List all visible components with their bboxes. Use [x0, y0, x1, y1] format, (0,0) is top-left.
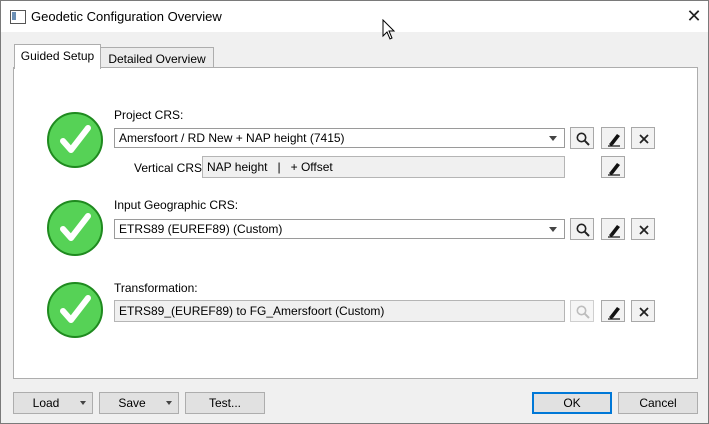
transformation-label: Transformation:: [114, 281, 198, 295]
project-crs-status-check-icon: [47, 112, 103, 168]
load-button-label: Load: [32, 396, 60, 410]
pen-icon: [608, 163, 620, 176]
pen-icon: [608, 225, 620, 238]
input-crs-select[interactable]: ETRS89 (EUREF89) (Custom): [114, 219, 565, 239]
transformation-status-check-icon: [47, 282, 103, 338]
vertical-crs-label: Vertical CRS:: [134, 161, 206, 175]
chevron-down-icon: [80, 401, 86, 405]
close-icon: [639, 307, 649, 317]
project-crs-clear-button[interactable]: [631, 127, 655, 149]
window-title: Geodetic Configuration Overview: [31, 9, 222, 24]
cancel-button[interactable]: Cancel: [618, 392, 698, 414]
search-icon: [576, 132, 590, 146]
transformation-search-button: [570, 300, 594, 322]
save-button-label: Save: [118, 396, 146, 410]
tab-guided-setup[interactable]: Guided Setup: [14, 44, 101, 69]
input-crs-value: ETRS89 (EUREF89) (Custom): [119, 222, 283, 236]
input-crs-edit-button[interactable]: [601, 218, 625, 240]
transformation-edit-button[interactable]: [601, 300, 625, 322]
save-button[interactable]: Save: [99, 392, 179, 414]
project-crs-select[interactable]: Amersfoort / RD New + NAP height (7415): [114, 128, 565, 148]
input-crs-clear-button[interactable]: [631, 218, 655, 240]
input-crs-search-button[interactable]: [570, 218, 594, 240]
pen-icon: [608, 134, 620, 147]
chevron-down-icon: [549, 136, 557, 141]
project-crs-value: Amersfoort / RD New + NAP height (7415): [119, 131, 345, 145]
vertical-crs-field: NAP height | + Offset: [202, 156, 565, 178]
input-crs-label: Input Geographic CRS:: [114, 198, 239, 212]
transformation-clear-button[interactable]: [631, 300, 655, 322]
close-icon: [639, 134, 649, 144]
pen-icon: [608, 307, 620, 320]
search-icon: [576, 305, 590, 319]
close-icon[interactable]: ✕: [681, 5, 707, 27]
ok-button[interactable]: OK: [532, 392, 612, 414]
mouse-cursor-icon: [382, 19, 396, 40]
close-icon: [639, 225, 649, 235]
vertical-crs-edit-button[interactable]: [601, 156, 625, 178]
title-bar: Geodetic Configuration Overview ✕: [1, 1, 708, 32]
project-crs-label: Project CRS:: [114, 108, 184, 122]
app-icon: [10, 10, 26, 24]
transformation-field: ETRS89_(EUREF89) to FG_Amersfoort (Custo…: [114, 300, 565, 322]
input-crs-status-check-icon: [47, 200, 103, 256]
search-icon: [576, 223, 590, 237]
chevron-down-icon: [549, 227, 557, 232]
dialog-window: Geodetic Configuration Overview ✕ Guided…: [0, 0, 709, 424]
test-button[interactable]: Test...: [185, 392, 265, 414]
project-crs-search-button[interactable]: [570, 127, 594, 149]
project-crs-edit-button[interactable]: [601, 127, 625, 149]
chevron-down-icon: [166, 401, 172, 405]
load-button[interactable]: Load: [13, 392, 93, 414]
